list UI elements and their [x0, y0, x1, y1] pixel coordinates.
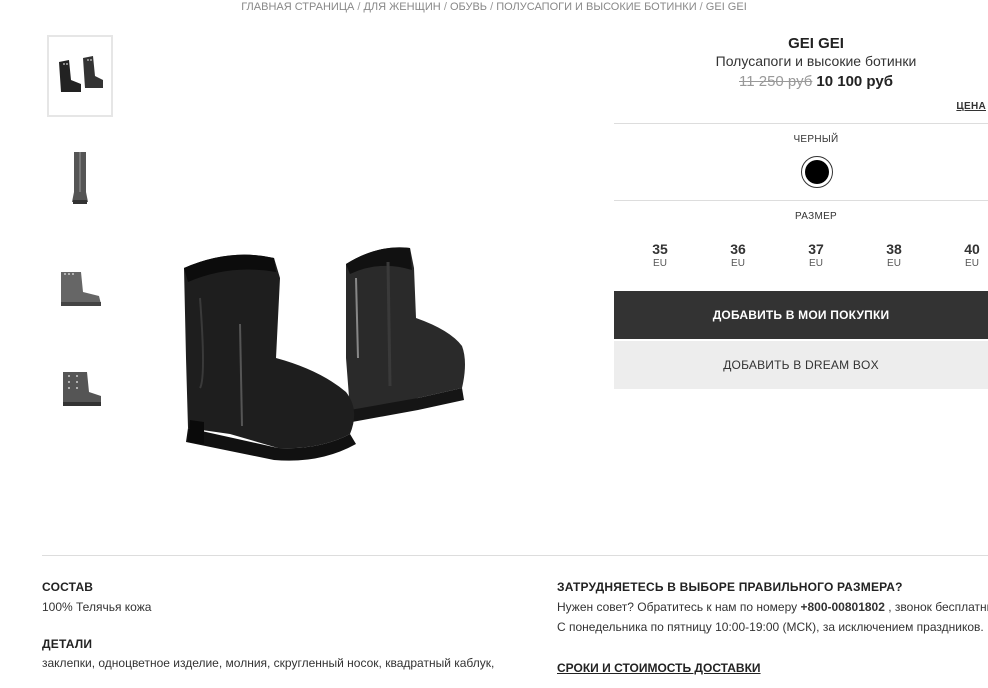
boots-pair-thumbnail — [59, 56, 103, 92]
size-number: 37 — [808, 241, 824, 257]
size-option-40[interactable]: 40 EU — [952, 241, 988, 271]
size-option-35[interactable]: 35 EU — [640, 241, 680, 271]
thumbnail-1[interactable] — [47, 35, 113, 117]
old-price: 11 250 руб — [739, 73, 813, 90]
color-label: ЧЕРНЫЙ — [793, 134, 839, 145]
details-title: ДЕТАЛИ — [42, 637, 93, 651]
composition-title: СОСТАВ — [42, 580, 94, 594]
breadcrumb-women[interactable]: ДЛЯ ЖЕНЩИН — [363, 1, 440, 13]
size-unit: EU — [965, 258, 979, 269]
boots-image — [184, 247, 465, 461]
size-label: РАЗМЕР — [794, 211, 838, 222]
delivery-link[interactable]: СРОКИ И СТОИМОСТЬ ДОСТАВКИ — [557, 661, 988, 675]
breadcrumb-boots[interactable]: ПОЛУСАПОГИ И ВЫСОКИЕ БОТИНКИ — [496, 1, 696, 13]
size-number: 38 — [886, 241, 902, 257]
size-option-38[interactable]: 38 EU — [874, 241, 914, 271]
price-info-link[interactable]: ЦЕНА — [956, 101, 986, 112]
size-unit: EU — [809, 258, 823, 269]
breadcrumb-current: GEI GEI — [705, 1, 747, 13]
boot-front-thumbnail — [72, 152, 88, 204]
product-category: Полусапоги и высокие ботинки — [715, 53, 917, 69]
thumbnail-3[interactable] — [47, 247, 113, 329]
size-number: 40 — [964, 241, 980, 257]
size-option-36[interactable]: 36 EU — [718, 241, 758, 271]
section-divider — [42, 555, 988, 556]
product-details: СОСТАВ 100% Телячья кожа ДЕТАЛИ заклепки… — [42, 580, 522, 673]
add-to-dreambox-button[interactable]: ДОБАВИТЬ В DREAM BOX — [614, 341, 988, 389]
support-phone[interactable]: +800-00801802 — [800, 600, 884, 614]
boot-back-thumbnail — [63, 372, 101, 406]
size-help-line1: Нужен совет? Обратитесь к нам по номеру … — [557, 597, 988, 617]
swatch-fill — [805, 160, 829, 184]
size-help-prefix: Нужен совет? Обратитесь к нам по номеру — [557, 600, 798, 614]
composition-text: 100% Телячья кожа — [42, 600, 152, 614]
breadcrumb-home[interactable]: ГЛАВНАЯ СТРАНИЦА — [241, 1, 354, 13]
size-help-line2: С понедельника по пятницу 10:00-19:00 (М… — [557, 620, 984, 634]
divider — [614, 200, 988, 201]
price-row: 11 250 руб 10 100 руб — [614, 73, 988, 90]
boot-side-thumbnail — [61, 272, 101, 306]
size-option-37[interactable]: 37 EU — [796, 241, 836, 271]
color-swatch-black[interactable] — [801, 156, 833, 188]
size-number: 35 — [652, 241, 668, 257]
divider — [614, 123, 988, 124]
size-unit: EU — [887, 258, 901, 269]
breadcrumb: ГЛАВНАЯ СТРАНИЦА / ДЛЯ ЖЕНЩИН / ОБУВЬ / … — [0, 0, 988, 14]
size-help-suffix: , звонок бесплатный — [888, 600, 988, 614]
new-price: 10 100 руб — [816, 73, 893, 90]
size-number: 36 — [730, 241, 746, 257]
product-main-image[interactable] — [170, 238, 480, 468]
thumbnail-2[interactable] — [47, 137, 113, 219]
product-brand[interactable]: GEI GEI — [614, 35, 988, 52]
size-help-title: ЗАТРУДНЯЕТЕСЬ В ВЫБОРЕ ПРАВИЛЬНОГО РАЗМЕ… — [557, 580, 903, 594]
size-help: ЗАТРУДНЯЕТЕСЬ В ВЫБОРЕ ПРАВИЛЬНОГО РАЗМЕ… — [557, 580, 988, 675]
size-unit: EU — [653, 258, 667, 269]
breadcrumb-shoes[interactable]: ОБУВЬ — [450, 1, 487, 13]
details-text: заклепки, одноцветное изделие, молния, с… — [42, 656, 495, 670]
size-unit: EU — [731, 258, 745, 269]
thumbnail-4[interactable] — [47, 347, 113, 429]
add-to-cart-button[interactable]: ДОБАВИТЬ В МОИ ПОКУПКИ — [614, 291, 988, 339]
